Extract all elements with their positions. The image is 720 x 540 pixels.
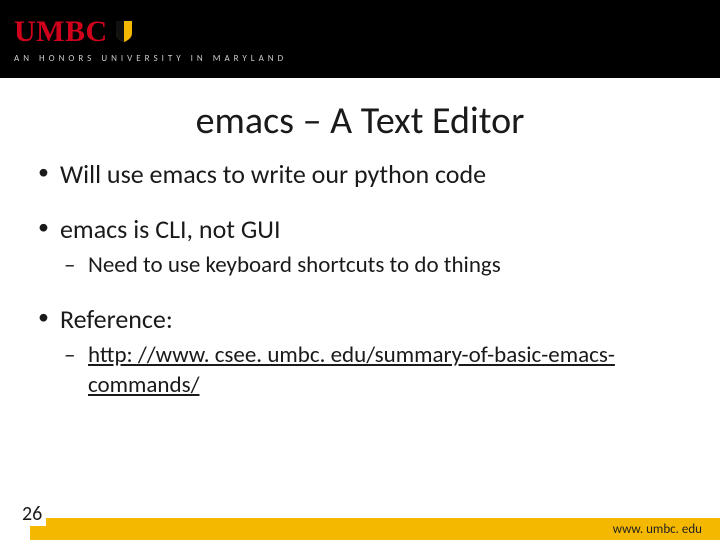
bullet-item: emacs is CLI, not GUI Need to use keyboa… [36, 213, 684, 281]
shield-icon [114, 19, 134, 43]
bullet-text: Will use emacs to write our python code [60, 158, 486, 190]
page-number: 26 [22, 502, 46, 526]
footer-site: www. umbc. edu [613, 522, 702, 537]
slide-content: Will use emacs to write our python code … [0, 158, 720, 540]
sub-bullet-item: http: //www. csee. umbc. edu/summary-of-… [60, 341, 684, 401]
slide-title: emacs – A Text Editor [0, 78, 720, 158]
bullet-item: Will use emacs to write our python code [36, 158, 684, 191]
bullet-text: emacs is CLI, not GUI [60, 213, 281, 245]
logo-text: UMBC [14, 17, 108, 47]
logo: UMBC [14, 17, 706, 47]
tagline: AN HONORS UNIVERSITY IN MARYLAND [14, 53, 706, 64]
reference-link[interactable]: http: //www. csee. umbc. edu/summary-of-… [88, 341, 615, 399]
sub-bullet-text: Need to use keyboard shortcuts to do thi… [88, 251, 501, 279]
slide: UMBC AN HONORS UNIVERSITY IN MARYLAND em… [0, 0, 720, 540]
header-bar: UMBC AN HONORS UNIVERSITY IN MARYLAND [0, 0, 720, 78]
sub-bullet-item: Need to use keyboard shortcuts to do thi… [60, 251, 684, 281]
footer: 26 www. umbc. edu [0, 508, 720, 540]
bullet-item: Reference: http: //www. csee. umbc. edu/… [36, 303, 684, 401]
bullet-text: Reference: [60, 303, 173, 335]
